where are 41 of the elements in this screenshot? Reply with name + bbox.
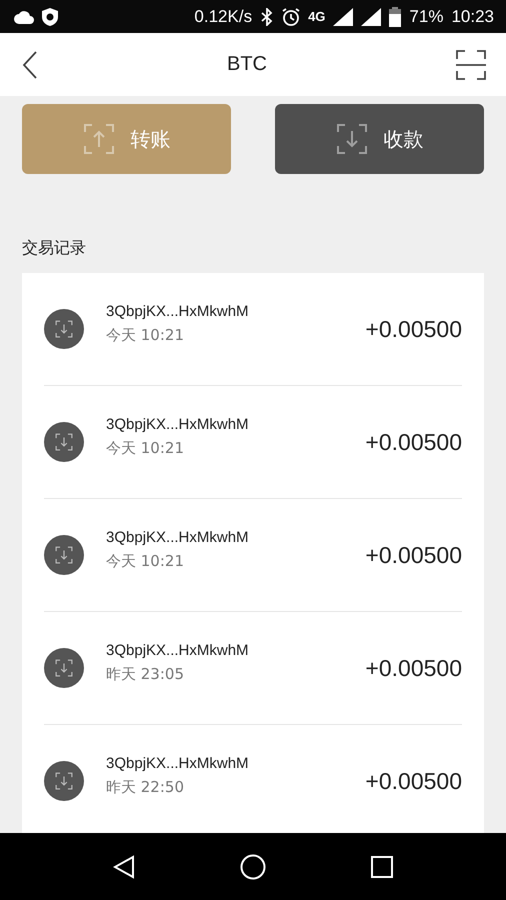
transaction-address: 3QbpjKX...HxMkwhM <box>106 755 250 772</box>
download-icon <box>336 123 368 155</box>
transaction-amount: +0.00500 <box>365 768 462 794</box>
shield-icon <box>42 8 58 26</box>
signal-icon <box>333 8 354 26</box>
upload-icon <box>82 123 114 155</box>
transaction-address: 3QbpjKX...HxMkwhM <box>106 416 250 433</box>
home-nav-button[interactable] <box>240 854 266 880</box>
bluetooth-icon <box>260 8 274 26</box>
clock-time: 10:23 <box>451 6 494 26</box>
transaction-time: 今天 10:21 <box>106 552 185 571</box>
transaction-time: 昨天 22:50 <box>106 778 185 797</box>
receive-button[interactable]: 收款 <box>275 104 484 174</box>
transaction-amount: +0.00500 <box>365 654 462 682</box>
transaction-time: 今天 10:21 <box>106 439 185 458</box>
alarm-icon <box>282 8 300 26</box>
receive-icon <box>44 761 84 801</box>
network-speed: 0.12K/s <box>194 6 252 26</box>
receive-icon <box>44 535 84 575</box>
transaction-amount: +0.00500 <box>365 316 462 342</box>
transaction-address: 3QbpjKX...HxMkwhM <box>106 529 250 546</box>
scan-button[interactable] <box>456 50 486 80</box>
receive-icon <box>44 422 84 462</box>
transaction-address: 3QbpjKX...HxMkwhM <box>106 642 250 659</box>
transaction-amount: +0.00500 <box>365 542 462 568</box>
network-type: 4G <box>308 9 326 24</box>
back-nav-button[interactable] <box>112 854 135 878</box>
recents-nav-button[interactable] <box>371 856 394 878</box>
page-title: BTC <box>227 53 267 76</box>
transaction-amount: +0.00500 <box>365 428 462 456</box>
cloud-icon <box>14 10 34 24</box>
battery-icon <box>389 6 402 26</box>
back-button[interactable] <box>22 50 38 78</box>
transaction-time: 昨天 23:05 <box>106 665 185 684</box>
receive-icon <box>44 309 84 349</box>
battery-percent: 71% <box>409 6 444 26</box>
section-title: 交易记录 <box>22 238 87 259</box>
transaction-address: 3QbpjKX...HxMkwhM <box>106 303 250 320</box>
receive-icon <box>44 648 84 688</box>
transaction-time: 今天 10:21 <box>106 326 185 345</box>
signal-icon <box>361 8 382 26</box>
